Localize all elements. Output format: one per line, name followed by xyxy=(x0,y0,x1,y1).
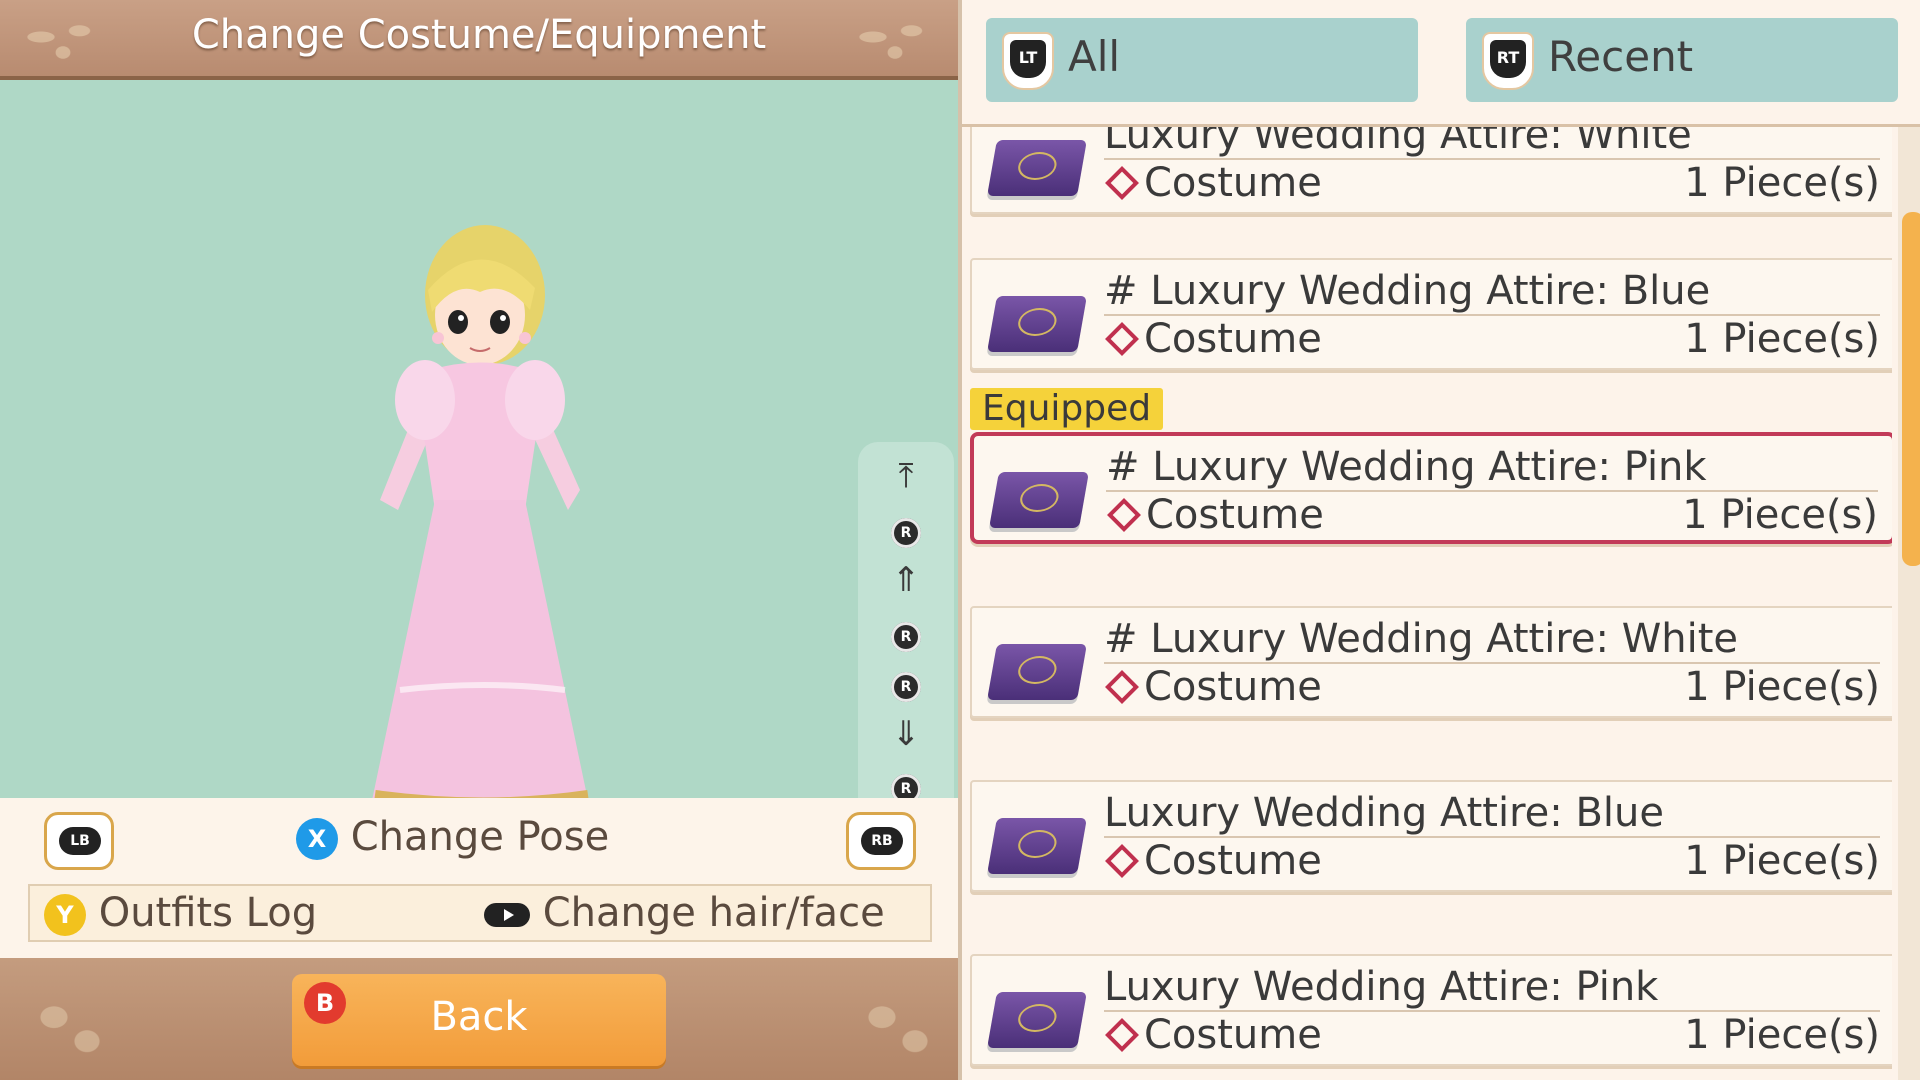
rt-icon: RT xyxy=(1482,32,1534,90)
tab-recent[interactable]: RT Recent xyxy=(1466,18,1898,102)
item-category: Costume xyxy=(1104,160,1322,206)
change-pose-button[interactable]: X Change Pose xyxy=(296,814,609,860)
page-title: Change Costume/Equipment xyxy=(191,12,767,58)
item-name: Luxury Wedding Attire: Pink xyxy=(1104,964,1659,1010)
x-button-icon: X xyxy=(296,818,338,860)
tab-all[interactable]: LT All xyxy=(986,18,1418,102)
footer-bar: B Back xyxy=(0,958,958,1080)
diamond-icon xyxy=(1105,322,1139,356)
item-quantity: 1 Piece(s) xyxy=(1684,316,1880,362)
item-quantity: 1 Piece(s) xyxy=(1684,1012,1880,1058)
secondary-actions: Y Outfits Log Change hair/face xyxy=(28,884,932,942)
item-quantity: 1 Piece(s) xyxy=(1684,160,1880,206)
ornament-left-icon xyxy=(10,974,120,1070)
diamond-icon xyxy=(1107,498,1141,532)
diamond-icon xyxy=(1105,844,1139,878)
change-pose-label: Change Pose xyxy=(350,814,610,860)
y-button-icon: Y xyxy=(44,894,86,936)
item-category: Costume xyxy=(1104,664,1322,710)
equipped-badge: Equipped xyxy=(970,388,1164,430)
item-name: # Luxury Wedding Attire: White xyxy=(1104,616,1739,662)
rb-button[interactable]: RB xyxy=(846,812,916,870)
list-item[interactable]: Luxury Wedding Attire: White Costume 1 P… xyxy=(970,126,1892,222)
item-name: # Luxury Wedding Attire: Pink xyxy=(1106,444,1707,490)
item-quantity: 1 Piece(s) xyxy=(1682,492,1878,538)
item-name: # Luxury Wedding Attire: Blue xyxy=(1104,268,1711,314)
rotate-right-icon[interactable]: R xyxy=(858,660,954,702)
camera-top-icon[interactable]: ⤒ xyxy=(858,456,954,496)
tab-all-label: All xyxy=(1068,32,1121,81)
diamond-icon xyxy=(1105,1018,1139,1052)
ornament-right-icon xyxy=(838,974,948,1070)
preview-panel: Change Costume/Equipment ⤒ R ⇑ R R ⇓ R L… xyxy=(0,0,958,1080)
lt-icon: LT xyxy=(1002,32,1054,90)
costume-trunk-icon xyxy=(989,472,1089,528)
costume-trunk-icon xyxy=(987,818,1087,874)
costume-trunk-icon xyxy=(987,644,1087,700)
character-model[interactable] xyxy=(340,210,630,860)
item-category: Costume xyxy=(1104,316,1322,362)
lb-button[interactable]: LB xyxy=(44,812,114,870)
item-quantity: 1 Piece(s) xyxy=(1684,664,1880,710)
outfits-log-button[interactable]: Y Outfits Log xyxy=(44,890,317,936)
change-hair-face-button[interactable]: Change hair/face xyxy=(484,890,885,936)
tab-recent-label: Recent xyxy=(1548,32,1694,81)
outfits-log-label: Outfits Log xyxy=(98,890,318,936)
list-item[interactable]: # Luxury Wedding Attire: White Costume 1… xyxy=(970,606,1892,726)
item-list-panel: LT All RT Recent Luxury Wedding Attire: … xyxy=(958,0,1920,1080)
item-list[interactable]: Luxury Wedding Attire: White Costume 1 P… xyxy=(962,126,1892,1080)
title-bar: Change Costume/Equipment xyxy=(0,0,958,80)
rb-icon: RB xyxy=(861,827,903,855)
back-button[interactable]: B Back xyxy=(292,974,666,1066)
zoom-out-icon[interactable]: ⇓ xyxy=(858,714,954,754)
control-hints: LB X Change Pose RB Y Outfits Log Change… xyxy=(0,798,958,958)
diamond-icon xyxy=(1105,670,1139,704)
filter-tabs: LT All RT Recent xyxy=(962,0,1920,127)
list-item-selected[interactable]: # Luxury Wedding Attire: Pink Costume 1 … xyxy=(970,432,1892,552)
right-stick-icon xyxy=(484,903,530,927)
item-category: Costume xyxy=(1104,1012,1322,1058)
zoom-in-icon[interactable]: ⇑ xyxy=(858,560,954,600)
change-hair-face-label: Change hair/face xyxy=(542,890,885,936)
list-item[interactable]: Luxury Wedding Attire: Pink Costume 1 Pi… xyxy=(970,954,1892,1074)
costume-trunk-icon xyxy=(987,140,1087,196)
diamond-icon xyxy=(1105,166,1139,200)
back-label: Back xyxy=(430,994,528,1040)
rotate-left-icon[interactable]: R xyxy=(858,610,954,652)
item-name: Luxury Wedding Attire: Blue xyxy=(1104,790,1664,836)
list-item[interactable]: # Luxury Wedding Attire: Blue Costume 1 … xyxy=(970,258,1892,378)
list-item[interactable]: Luxury Wedding Attire: Blue Costume 1 Pi… xyxy=(970,780,1892,900)
rotate-up-icon[interactable]: R xyxy=(858,506,954,548)
item-category: Costume xyxy=(1104,838,1322,884)
scrollbar-thumb[interactable] xyxy=(1902,212,1920,566)
costume-trunk-icon xyxy=(987,296,1087,352)
lb-icon: LB xyxy=(59,827,101,855)
item-category: Costume xyxy=(1106,492,1324,538)
character-preview[interactable]: ⤒ R ⇑ R R ⇓ R ⤓ xyxy=(0,80,958,874)
costume-trunk-icon xyxy=(987,992,1087,1048)
item-quantity: 1 Piece(s) xyxy=(1684,838,1880,884)
item-name: Luxury Wedding Attire: White xyxy=(1104,126,1692,158)
